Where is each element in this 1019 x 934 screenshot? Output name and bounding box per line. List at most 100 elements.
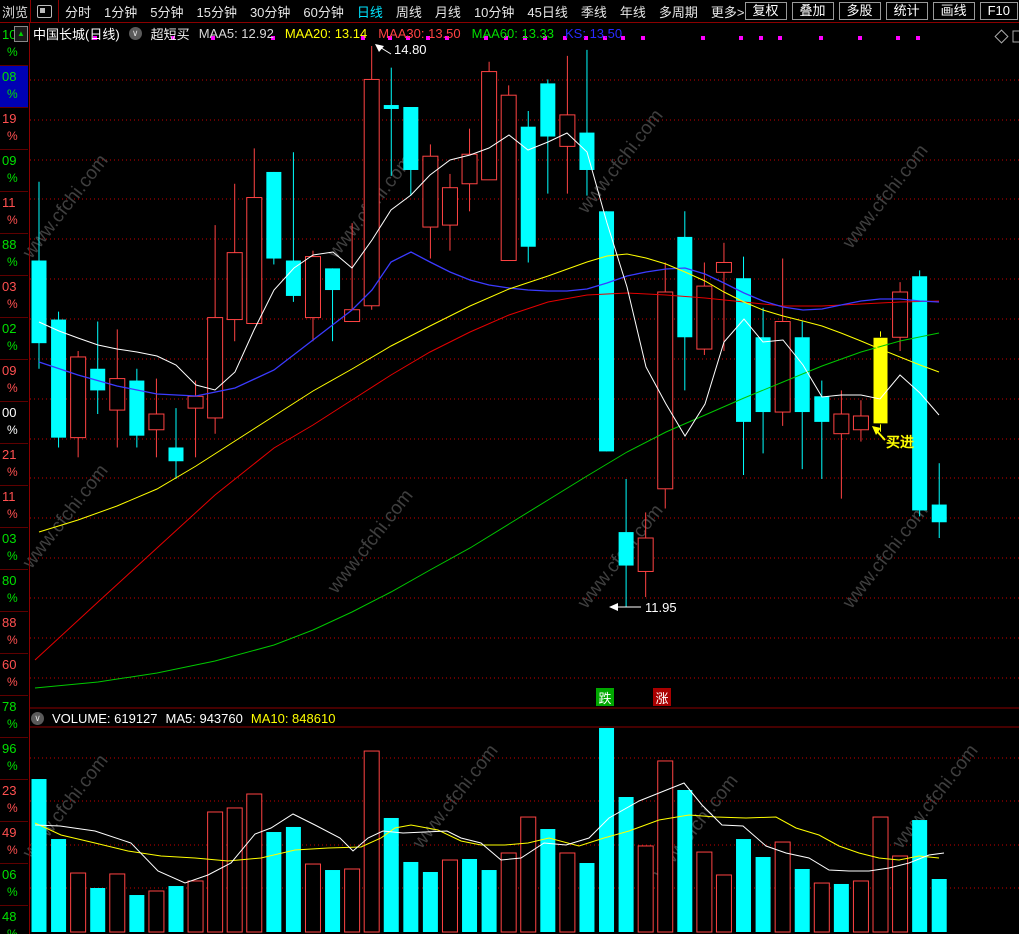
quote-list: 10% 08% 19% 09% 11% 88% 03% 02% 09% 00% 21% 11% 03% 8… bbox=[0, 24, 28, 934]
browse-label[interactable]: 浏览 bbox=[0, 2, 30, 21]
tab-45日线[interactable]: 45日线 bbox=[527, 2, 567, 21]
quote-list-item[interactable]: 09% bbox=[0, 360, 28, 402]
volume-bar bbox=[31, 779, 47, 932]
volume-bar bbox=[637, 845, 654, 933]
quote-list-item[interactable]: 03% bbox=[0, 528, 28, 570]
tab-日线[interactable]: 日线 bbox=[357, 2, 383, 21]
quote-price: 88 bbox=[2, 237, 17, 252]
quote-list-item[interactable]: 88% bbox=[0, 234, 28, 276]
tab-1分钟[interactable]: 1分钟 bbox=[104, 2, 137, 21]
tab-30分钟[interactable]: 30分钟 bbox=[250, 2, 290, 21]
candle bbox=[207, 317, 224, 419]
volume-bar bbox=[207, 811, 224, 933]
quote-price: 02 bbox=[2, 321, 17, 336]
candle bbox=[559, 114, 576, 147]
quote-percent: % bbox=[7, 171, 18, 185]
quote-price: 19 bbox=[2, 111, 17, 126]
quote-list-item[interactable]: 88% bbox=[0, 612, 28, 654]
volume-bar bbox=[266, 832, 282, 932]
rise-badge[interactable]: 涨 bbox=[653, 688, 671, 706]
signal-dot bbox=[778, 36, 782, 40]
tab-多周期[interactable]: 多周期 bbox=[659, 2, 698, 21]
quote-list-item[interactable]: 06% bbox=[0, 864, 28, 906]
clipped-icon bbox=[1012, 30, 1019, 43]
quote-percent: % bbox=[7, 675, 18, 689]
watermark: www.cfchi.com bbox=[838, 501, 933, 614]
button-画线[interactable]: 画线 bbox=[932, 2, 975, 20]
candle bbox=[931, 504, 947, 523]
quote-list-item[interactable]: 00% bbox=[0, 402, 28, 444]
volume-bar bbox=[794, 868, 810, 932]
candlestick-chart[interactable]: www.cfchi.com www.cfchi.com www.cfchi.com w… bbox=[0, 0, 1019, 934]
volume-bar bbox=[363, 750, 380, 933]
tab-10分钟[interactable]: 10分钟 bbox=[474, 2, 514, 21]
fall-badge[interactable]: 跌 bbox=[596, 688, 614, 706]
ma-readout: MAA20: 13.14 bbox=[284, 25, 368, 41]
quote-price: 48 bbox=[2, 909, 17, 924]
signal-dot bbox=[896, 36, 900, 40]
volume-header: ∨ VOLUME: 619127 MA5: 943760 MA10: 84861… bbox=[31, 709, 335, 727]
quote-list-item[interactable]: 19% bbox=[0, 108, 28, 150]
volume-bar bbox=[285, 826, 301, 932]
button-复权[interactable]: 复权 bbox=[744, 2, 787, 20]
volume-bar bbox=[129, 895, 145, 932]
indicator-name[interactable]: 超短买 bbox=[151, 24, 190, 43]
quote-list-item[interactable]: 11% bbox=[0, 192, 28, 234]
tab-周线[interactable]: 周线 bbox=[396, 2, 422, 21]
quote-price: 11 bbox=[2, 195, 16, 210]
chevron-down-icon[interactable]: ∨ bbox=[128, 26, 142, 40]
quote-percent: % bbox=[7, 507, 18, 521]
stock-title: 中国长城(日线) bbox=[33, 26, 120, 42]
quote-list-item[interactable]: 48% bbox=[0, 906, 28, 934]
tab-年线[interactable]: 年线 bbox=[620, 2, 646, 21]
candle bbox=[814, 396, 830, 422]
signal-dot bbox=[701, 36, 705, 40]
quote-list-item[interactable]: 21% bbox=[0, 444, 28, 486]
candle bbox=[755, 337, 771, 413]
button-统计[interactable]: 统计 bbox=[885, 2, 928, 20]
quote-list-item[interactable]: 08% bbox=[0, 66, 28, 108]
ma-readout: MAA5: 12.92 bbox=[198, 25, 274, 41]
quote-percent: % bbox=[7, 423, 18, 437]
ma-readout: MAA60: 13.33 bbox=[471, 25, 555, 41]
page-up-button[interactable]: ▲ bbox=[14, 26, 28, 42]
window-icon[interactable] bbox=[37, 4, 52, 18]
button-叠加[interactable]: 叠加 bbox=[791, 2, 834, 20]
candle bbox=[304, 256, 321, 319]
signal-dot bbox=[916, 36, 920, 40]
signal-dot bbox=[759, 36, 763, 40]
quote-list-item[interactable]: 02% bbox=[0, 318, 28, 360]
tab-更多>[interactable]: 更多> bbox=[711, 2, 745, 21]
collapse-icon[interactable]: ∨ bbox=[31, 711, 44, 725]
volume-bar bbox=[696, 851, 713, 933]
candle bbox=[520, 126, 536, 247]
candle bbox=[794, 337, 810, 413]
quote-list-item[interactable]: 11% bbox=[0, 486, 28, 528]
quote-price: 49 bbox=[2, 825, 17, 840]
volume-bar bbox=[872, 816, 889, 933]
quote-list-item[interactable]: 49% bbox=[0, 822, 28, 864]
quote-list-item[interactable]: 96% bbox=[0, 738, 28, 780]
quote-list-item[interactable]: 60% bbox=[0, 654, 28, 696]
button-F10[interactable]: F10 bbox=[979, 2, 1018, 20]
quote-list-item[interactable]: 23% bbox=[0, 780, 28, 822]
tab-5分钟[interactable]: 5分钟 bbox=[150, 2, 183, 21]
candle bbox=[187, 395, 204, 409]
quote-list-item[interactable]: 78% bbox=[0, 696, 28, 738]
quote-list-item[interactable]: 09% bbox=[0, 150, 28, 192]
quote-price: 09 bbox=[2, 153, 17, 168]
quote-percent: % bbox=[7, 717, 18, 731]
quote-list-item[interactable]: 03% bbox=[0, 276, 28, 318]
tab-分时[interactable]: 分时 bbox=[65, 2, 91, 21]
quote-percent: % bbox=[7, 801, 18, 815]
toolbar-buttons: 复权叠加多股统计画线F10标记+ bbox=[744, 2, 1019, 20]
tab-月线[interactable]: 月线 bbox=[435, 2, 461, 21]
tab-15分钟[interactable]: 15分钟 bbox=[196, 2, 236, 21]
volume-bar bbox=[187, 880, 204, 933]
button-多股[interactable]: 多股 bbox=[838, 2, 881, 20]
tab-季线[interactable]: 季线 bbox=[581, 2, 607, 21]
volume-value: VOLUME: 619127 bbox=[52, 710, 158, 726]
quote-list-item[interactable]: 80% bbox=[0, 570, 28, 612]
volume-bar bbox=[755, 857, 771, 932]
tab-60分钟[interactable]: 60分钟 bbox=[303, 2, 343, 21]
